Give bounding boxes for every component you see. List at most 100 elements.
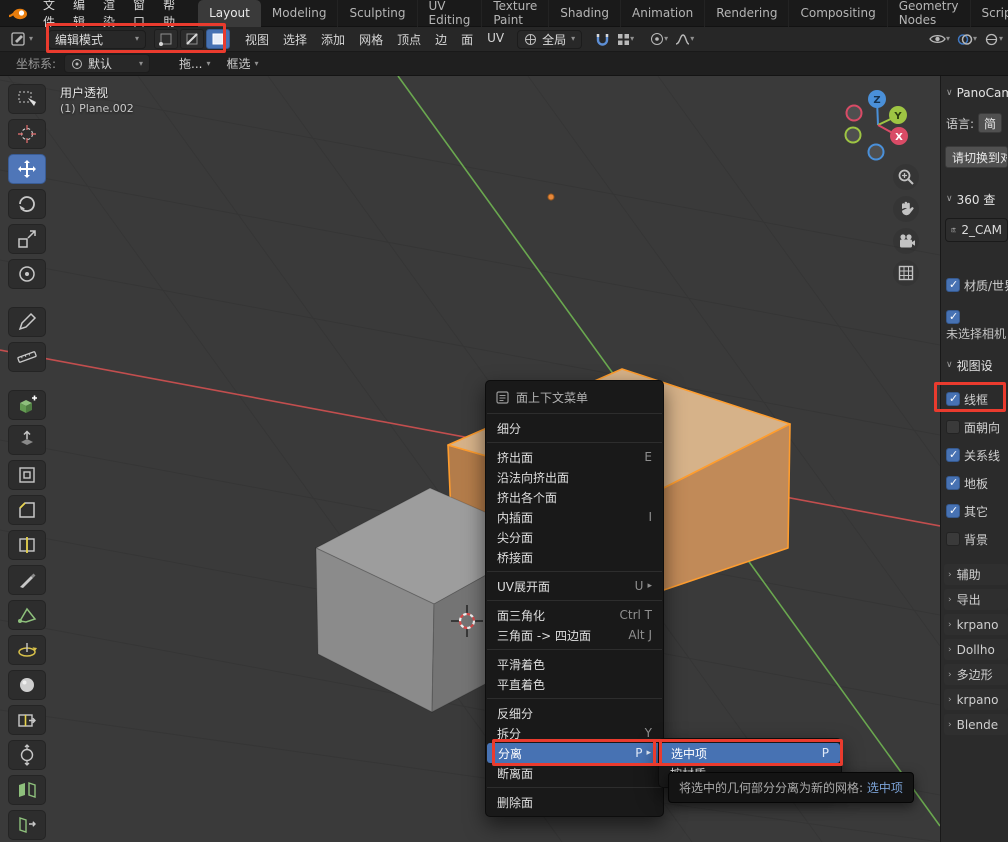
tool-move[interactable] (8, 154, 46, 184)
panel-collapsed-blender[interactable]: ›Blende (944, 714, 1008, 735)
tool-loop-cut[interactable] (8, 530, 46, 560)
menu-item-rip-faces[interactable]: 断离面 (486, 763, 663, 783)
camera-selector-field[interactable]: 2_CAM (945, 218, 1008, 242)
tab-modeling[interactable]: Modeling (261, 0, 339, 27)
menu-item-extrude-individual[interactable]: 挤出各个面 (486, 487, 663, 507)
drag-mode-dropdown[interactable]: 拖... ▾ (176, 54, 213, 74)
switch-object-button[interactable]: 请切换到对 (945, 146, 1008, 168)
tool-scale[interactable] (8, 224, 46, 254)
checkbox-wireframe[interactable]: 线框 (946, 388, 1008, 410)
gizmo-neg-z[interactable] (869, 145, 884, 160)
panel-collapsed-polygon[interactable]: ›多边形 (944, 664, 1008, 685)
panel-header-panocam[interactable]: ∨ PanoCam (946, 82, 1008, 104)
viewport-3d[interactable]: 用户透视 (1) Plane.002 (0, 76, 940, 842)
face-select-mode-button[interactable] (206, 29, 230, 49)
menu-help[interactable]: 帮助 (154, 0, 184, 30)
menu-edit[interactable]: 编辑 (64, 0, 94, 30)
menu-add[interactable]: 添加 (314, 31, 352, 48)
menu-item-poke-faces[interactable]: 尖分面 (486, 527, 663, 547)
tool-measure[interactable] (8, 342, 46, 372)
menu-mesh[interactable]: 网格 (352, 31, 390, 48)
menu-item-bridge-faces[interactable]: 桥接面 (486, 547, 663, 567)
tab-geometry-nodes[interactable]: Geometry Nodes (888, 0, 971, 27)
navigation-gizmo[interactable]: Z Y X (840, 86, 918, 164)
tool-rip-region[interactable] (8, 775, 46, 805)
transform-preset-dropdown[interactable]: 默认 ▾ (64, 54, 150, 73)
snap-settings-dropdown[interactable]: ▾ (614, 29, 637, 49)
tab-uv-editing[interactable]: UV Editing (418, 0, 483, 27)
pan-button[interactable] (893, 196, 919, 222)
menu-item-subdivide[interactable]: 细分 (486, 418, 663, 438)
menu-item-tris-to-quads[interactable]: 三角面 -> 四边面Alt J (486, 625, 663, 645)
viewport-scene[interactable] (0, 76, 940, 842)
panel-collapsed-krpano-1[interactable]: ›krpano (944, 614, 1008, 635)
checkbox-floor[interactable]: 地板 (946, 472, 1008, 494)
snap-toggle-button[interactable] (592, 29, 613, 49)
vertex-select-mode-button[interactable] (154, 29, 178, 49)
proportional-falloff-dropdown[interactable]: ▾ (672, 29, 697, 49)
editor-type-selector[interactable]: ▾ (8, 29, 36, 49)
select-mode-dropdown[interactable]: 框选 ▾ (224, 54, 262, 74)
panel-collapsed-dollhouse[interactable]: ›Dollho (944, 639, 1008, 660)
tool-extrude-region[interactable] (8, 425, 46, 455)
tab-sculpting[interactable]: Sculpting (338, 0, 417, 27)
menu-item-shade-flat[interactable]: 平直着色 (486, 674, 663, 694)
tool-cursor[interactable] (8, 119, 46, 149)
tool-transform[interactable] (8, 259, 46, 289)
toggle-ortho-button[interactable] (893, 260, 919, 286)
menu-item-shade-smooth[interactable]: 平滑着色 (486, 654, 663, 674)
menu-item-uv-unwrap[interactable]: UV展开面U▸ (486, 576, 663, 596)
panel-collapsed-assist[interactable]: ›辅助 (944, 564, 1008, 585)
tool-select-box[interactable] (8, 84, 46, 114)
checkbox-face-orientation[interactable]: 面朝向 (946, 416, 1008, 438)
menu-item-unsubdivide[interactable]: 反细分 (486, 703, 663, 723)
tab-texture-paint[interactable]: Texture Paint (482, 0, 549, 27)
menu-item-extrude-along-normals[interactable]: 沿法向挤出面 (486, 467, 663, 487)
checkbox-other[interactable]: 其它 (946, 500, 1008, 522)
tool-rip-edge[interactable] (8, 810, 46, 840)
tool-spin[interactable] (8, 635, 46, 665)
tool-edge-slide[interactable] (8, 705, 46, 735)
tool-shrink-fatten[interactable] (8, 740, 46, 770)
menu-item-delete-faces[interactable]: 删除面 (486, 792, 663, 812)
menu-window[interactable]: 窗口 (124, 0, 154, 30)
language-button[interactable]: 简 (978, 113, 1002, 133)
menu-view[interactable]: 视图 (238, 31, 276, 48)
panel-header-360[interactable]: ∨ 360 查 (946, 188, 1008, 210)
tab-shading[interactable]: Shading (549, 0, 621, 27)
checkbox-relationship-lines[interactable]: 关系线 (946, 444, 1008, 466)
menu-file[interactable]: 文件 (34, 0, 64, 30)
menu-item-split[interactable]: 拆分Y (486, 723, 663, 743)
tool-annotate[interactable] (8, 307, 46, 337)
edge-select-mode-button[interactable] (180, 29, 204, 49)
tool-smooth[interactable] (8, 670, 46, 700)
tool-knife[interactable] (8, 565, 46, 595)
transform-orientation-dropdown[interactable]: 全局 ▾ (517, 30, 582, 49)
menu-item-inset-faces[interactable]: 内插面I (486, 507, 663, 527)
menu-face[interactable]: 面 (454, 31, 480, 48)
panel-header-viewport-settings[interactable]: ∨ 视图设 (946, 354, 1008, 376)
checkbox-background[interactable]: 背景 (946, 528, 1008, 550)
overlays-dropdown[interactable]: ▾ (981, 29, 1006, 49)
tab-animation[interactable]: Animation (621, 0, 705, 27)
tab-scripting[interactable]: Scripting (971, 0, 1008, 27)
gizmos-dropdown[interactable]: ▾ (954, 29, 980, 49)
menu-render[interactable]: 渲染 (94, 0, 124, 30)
tool-add-cube[interactable] (8, 390, 46, 420)
tool-bevel[interactable] (8, 495, 46, 525)
proportional-editing-toggle[interactable]: ▾ (647, 29, 671, 49)
submenu-item-selection[interactable]: 选中项P (660, 743, 840, 763)
gizmo-neg-y[interactable] (846, 128, 861, 143)
menu-vertex[interactable]: 顶点 (390, 31, 428, 48)
tool-poly-build[interactable] (8, 600, 46, 630)
tab-compositing[interactable]: Compositing (789, 0, 887, 27)
menu-edge[interactable]: 边 (428, 31, 454, 48)
panel-collapsed-krpano-2[interactable]: ›krpano (944, 689, 1008, 710)
tab-layout[interactable]: Layout (198, 0, 261, 27)
menu-select[interactable]: 选择 (276, 31, 314, 48)
panel-collapsed-export[interactable]: ›导出 (944, 589, 1008, 610)
mode-dropdown[interactable]: 编辑模式 ▾ (48, 30, 146, 49)
checkbox-material-world[interactable]: 材质/世界 (946, 274, 1008, 296)
tab-rendering[interactable]: Rendering (705, 0, 789, 27)
camera-view-button[interactable] (893, 228, 919, 254)
